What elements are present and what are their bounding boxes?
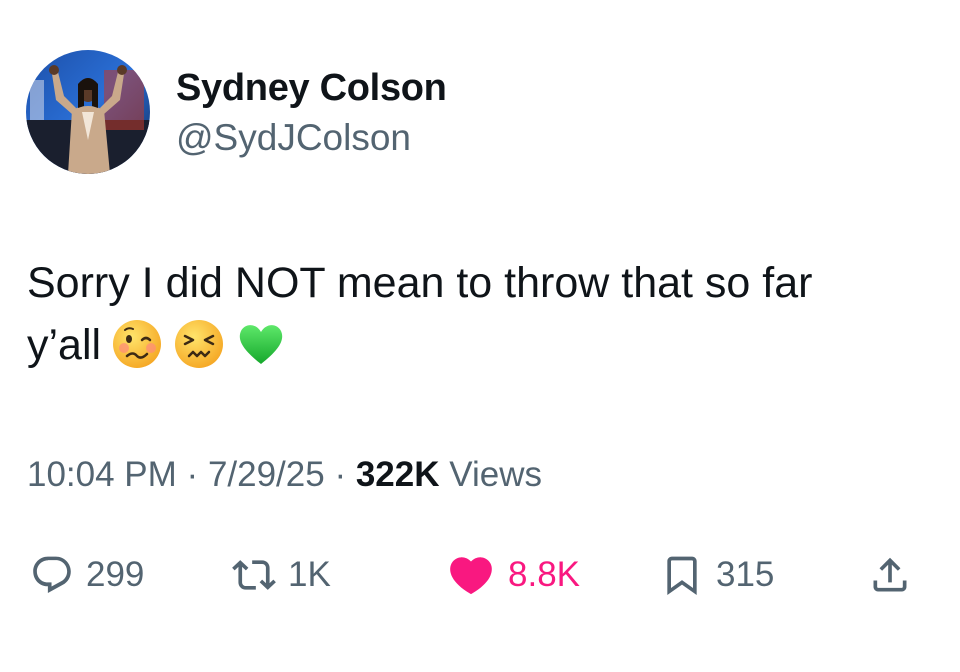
reply-button[interactable]: 299 — [30, 540, 144, 610]
reply-count: 299 — [86, 555, 145, 594]
tweet-date[interactable]: 7/29/25 — [208, 455, 325, 494]
tweet-text-line-2: y’all — [27, 314, 927, 376]
share-icon — [868, 553, 912, 597]
tweet-time[interactable]: 10:04 PM — [27, 455, 177, 494]
like-count: 8.8K — [508, 555, 580, 594]
tweet-text: Sorry I did NOT mean to throw that so fa… — [27, 252, 927, 376]
like-button[interactable]: 8.8K — [446, 540, 580, 610]
meta-separator: · — [186, 455, 199, 494]
tweet-card: Sydney Colson @SydJColson Sorry I did NO… — [0, 0, 960, 672]
green-heart-icon — [235, 318, 287, 370]
heart-filled-icon — [446, 550, 496, 600]
author-handle[interactable]: @SydJColson — [176, 116, 411, 160]
repost-button[interactable]: 1K — [232, 540, 331, 610]
reply-icon — [30, 553, 74, 597]
woozy-face-icon — [111, 318, 163, 370]
bookmark-button[interactable]: 315 — [660, 540, 774, 610]
tweet-meta: 10:04 PM · 7/29/25 · 322K Views — [27, 453, 542, 497]
bookmark-icon — [660, 553, 704, 597]
author-display-name[interactable]: Sydney Colson — [176, 66, 447, 110]
meta-separator-2: · — [334, 455, 347, 494]
bookmark-count: 315 — [716, 555, 775, 594]
views-count: 322K — [355, 455, 440, 494]
views-label: Views — [449, 455, 542, 494]
confounded-face-icon — [173, 318, 225, 370]
share-button[interactable] — [868, 540, 912, 610]
tweet-text-line-1: Sorry I did NOT mean to throw that so fa… — [27, 259, 813, 307]
repost-count: 1K — [288, 555, 331, 594]
action-bar: 299 1K 8.8K 315 — [0, 540, 960, 610]
tweet-text-yall: y’all — [27, 321, 102, 369]
author-avatar[interactable] — [26, 50, 150, 174]
repost-icon — [232, 553, 276, 597]
